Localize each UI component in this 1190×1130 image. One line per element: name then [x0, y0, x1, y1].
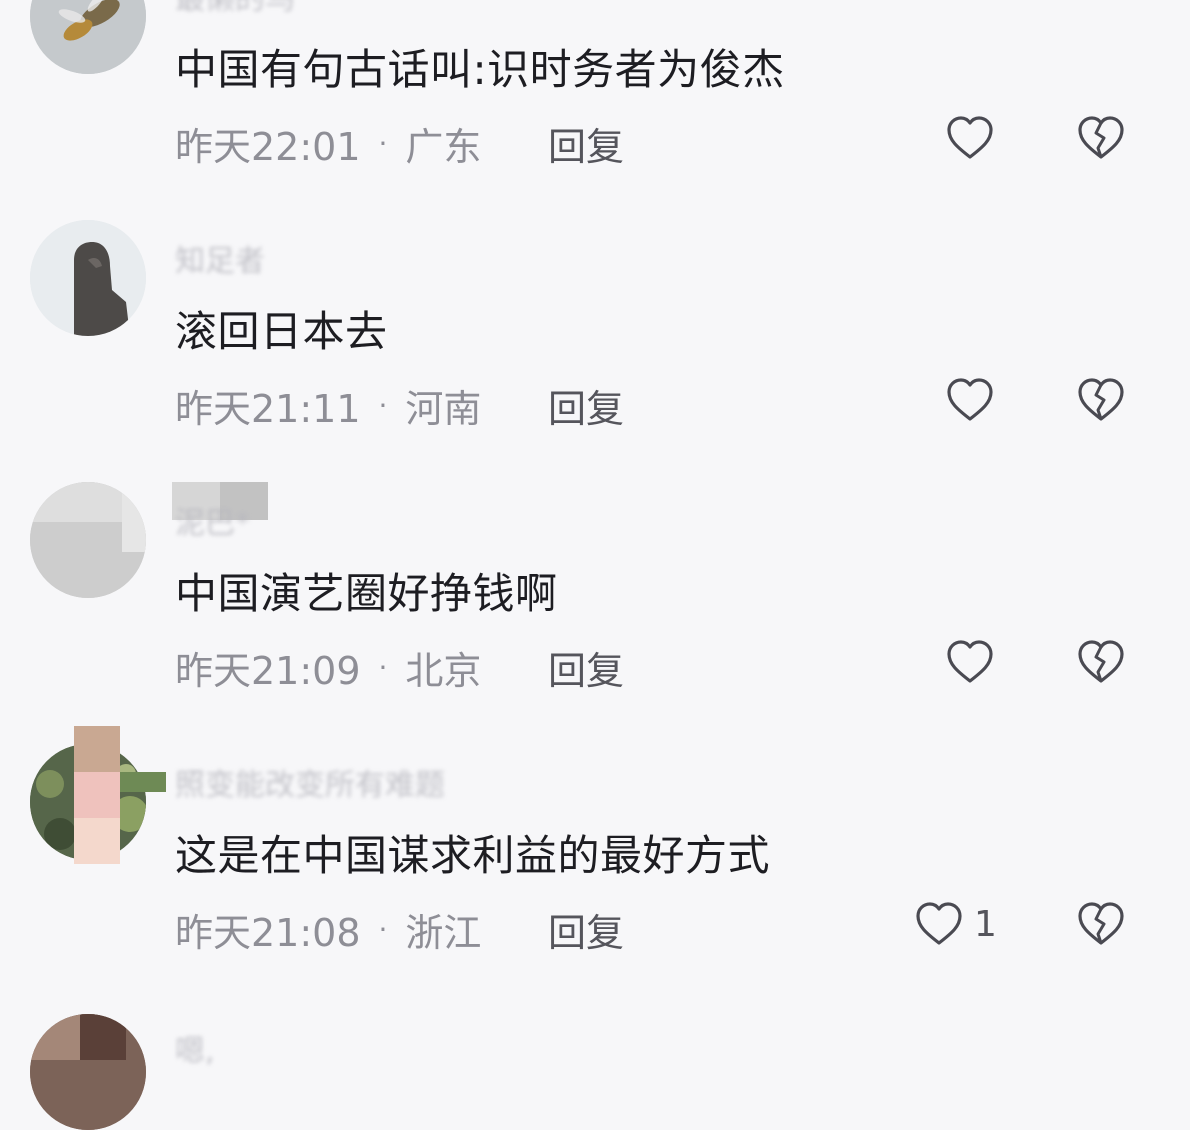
reply-button[interactable]: 回复	[548, 378, 624, 433]
username[interactable]: 嗯,	[175, 1026, 215, 1070]
like-button[interactable]	[945, 638, 1005, 686]
username[interactable]: 泥巴*	[175, 498, 250, 542]
heart-outline-icon	[947, 640, 993, 683]
separator: ·	[378, 651, 388, 684]
comment-text: 中国演艺圈好挣钱啊	[175, 569, 558, 618]
broken-heart-icon	[1078, 116, 1124, 159]
comment-text: 滚回日本去	[175, 307, 388, 356]
username[interactable]: 知足者	[175, 236, 265, 280]
location: 河南	[405, 387, 482, 431]
like-count: 1	[974, 903, 997, 945]
username[interactable]: 最懒的鸟	[175, 0, 295, 18]
reply-button[interactable]: 回复	[548, 640, 624, 695]
timestamp: 昨天21:11	[175, 387, 361, 431]
avatar-pixel-mask	[120, 772, 166, 792]
reply-button[interactable]: 回复	[548, 116, 624, 171]
comment-meta: 昨天21:08 · 浙江	[175, 902, 481, 957]
timestamp: 昨天22:01	[175, 125, 361, 169]
comment-item: 泥巴* 中国演艺圈好挣钱啊 昨天21:09 · 北京 回复	[0, 482, 1190, 786]
heart-outline-icon	[916, 902, 962, 945]
comment-text: 中国有句古话叫:识时务者为俊杰	[175, 45, 785, 94]
reply-button[interactable]: 回复	[548, 902, 624, 957]
separator: ·	[378, 127, 388, 160]
broken-heart-icon	[1078, 902, 1124, 945]
comment-text: 这是在中国谋求利益的最好方式	[175, 831, 771, 880]
like-button[interactable]	[945, 376, 1005, 424]
broken-heart-icon	[1078, 378, 1124, 421]
timestamp: 昨天21:08	[175, 911, 361, 955]
dislike-button[interactable]	[1076, 638, 1126, 690]
like-button[interactable]	[945, 114, 1005, 162]
comment-item: 最懒的鸟 中国有句古话叫:识时务者为俊杰 昨天22:01 · 广东 回复	[0, 0, 1190, 262]
dislike-button[interactable]	[1076, 114, 1126, 166]
separator: ·	[378, 913, 388, 946]
avatar-pixel-mask	[74, 726, 120, 864]
comment-meta: 昨天21:11 · 河南	[175, 378, 481, 433]
comment-item: 照变能改变所有难题 这是在中国谋求利益的最好方式 昨天21:08 · 浙江 回复…	[0, 726, 1190, 1048]
comment-item: 嗯,	[0, 1014, 1190, 1130]
comment-meta: 昨天22:01 · 广东	[175, 116, 481, 171]
comment-meta: 昨天21:09 · 北京	[175, 640, 481, 695]
heart-outline-icon	[947, 116, 993, 159]
username[interactable]: 照变能改变所有难题	[175, 760, 445, 804]
separator: ·	[378, 389, 388, 422]
avatar[interactable]	[30, 482, 146, 598]
avatar[interactable]	[30, 0, 146, 74]
timestamp: 昨天21:09	[175, 649, 361, 693]
location: 广东	[405, 125, 482, 169]
heart-outline-icon	[947, 378, 993, 421]
dislike-button[interactable]	[1076, 376, 1126, 428]
broken-heart-icon	[1078, 640, 1124, 683]
location: 北京	[405, 649, 482, 693]
avatar[interactable]	[30, 1014, 146, 1130]
location: 浙江	[405, 911, 482, 955]
avatar[interactable]	[30, 220, 146, 336]
like-button[interactable]: 1	[914, 900, 997, 948]
dislike-button[interactable]	[1076, 900, 1126, 952]
